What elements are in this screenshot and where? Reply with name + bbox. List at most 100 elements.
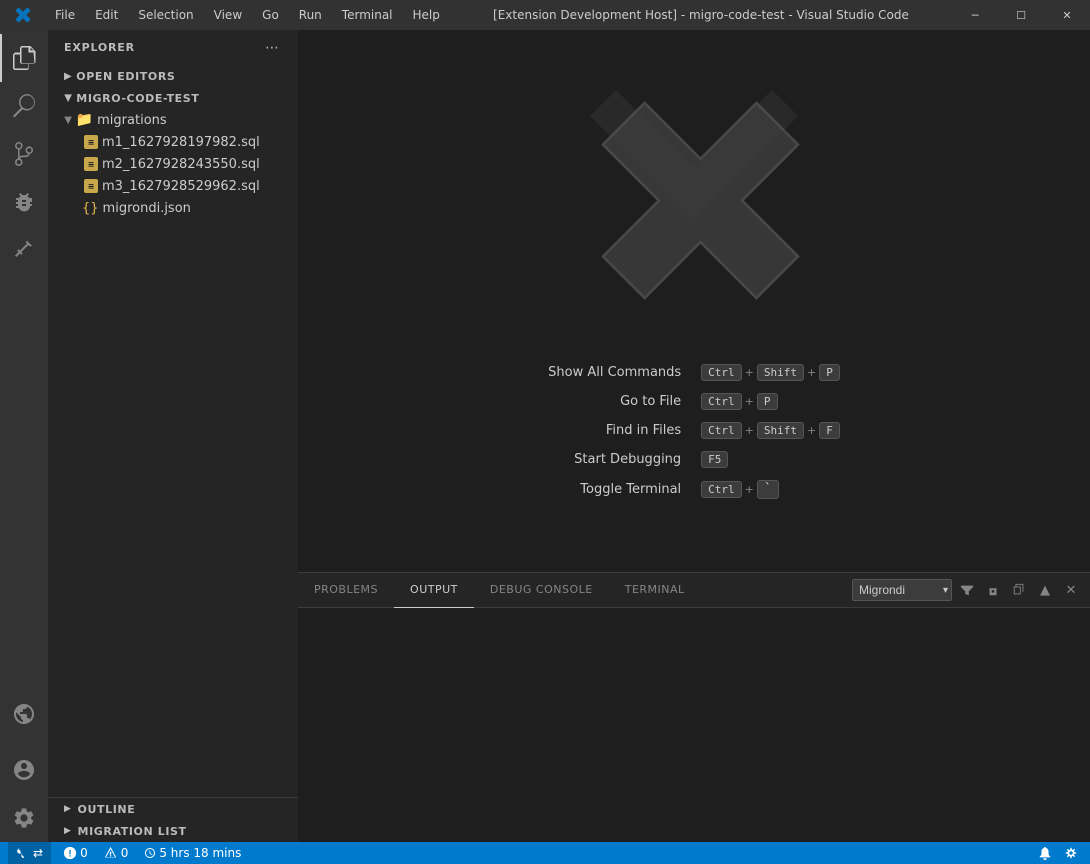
warning-icon	[104, 846, 118, 860]
key-ctrl-0: Ctrl	[701, 364, 742, 381]
key-plus-1: +	[807, 366, 816, 379]
outline-section[interactable]: ▶ OUTLINE	[48, 798, 298, 820]
folder-arrow: ▶	[62, 116, 73, 124]
minimize-button[interactable]: ─	[952, 0, 998, 30]
key-plus-4: +	[807, 424, 816, 437]
sql-icon-2: ≡	[84, 157, 98, 171]
sidebar-bottom-sections: ▶ OUTLINE ▶ MIGRATION LIST	[48, 797, 298, 842]
open-editors-section[interactable]: ▶ OPEN EDITORS	[48, 65, 298, 87]
shortcut-list: Show All Commands Ctrl + Shift + P Go to…	[548, 364, 840, 499]
sidebar-header: EXPLORER ⋯	[48, 30, 298, 65]
activity-account[interactable]	[0, 746, 48, 794]
activity-bar	[0, 30, 48, 842]
key-shift-0: Shift	[757, 364, 804, 381]
editor-area: Show All Commands Ctrl + Shift + P Go to…	[298, 30, 1090, 842]
tree-migrations-folder[interactable]: ▶ 📁 migrations	[48, 109, 298, 131]
statusbar-settings-btn[interactable]	[1060, 842, 1082, 864]
statusbar: ⇄ 0 0 5 hrs 18 mins	[0, 842, 1090, 864]
activity-debug[interactable]	[0, 178, 48, 226]
key-plus-0: +	[745, 366, 754, 379]
key-p-0: P	[819, 364, 840, 381]
menu-edit[interactable]: Edit	[85, 0, 128, 30]
menu-go[interactable]: Go	[252, 0, 289, 30]
shortcut-keys-0: Ctrl + Shift + P	[701, 364, 840, 381]
project-arrow: ▶	[63, 94, 74, 102]
statusbar-warnings[interactable]: 0	[100, 842, 133, 864]
menu-run[interactable]: Run	[289, 0, 332, 30]
folder-icon: 📁	[76, 112, 93, 128]
key-f5: F5	[701, 451, 728, 468]
shortcut-keys-1: Ctrl + P	[701, 393, 840, 410]
key-ctrl-4: Ctrl	[701, 481, 742, 498]
panel-lock-btn[interactable]	[982, 579, 1004, 601]
open-editors-arrow: ▶	[64, 71, 72, 82]
statusbar-right	[1034, 842, 1082, 864]
maximize-button[interactable]: ☐	[998, 0, 1044, 30]
key-plus-3: +	[745, 424, 754, 437]
statusbar-notifications[interactable]	[1034, 842, 1056, 864]
activity-search[interactable]	[0, 82, 48, 130]
sidebar-tree: ▶ OPEN EDITORS ▶ MIGRO-CODE-TEST ▶ 📁 mig…	[48, 65, 298, 797]
migrations-folder-label: migrations	[97, 113, 167, 128]
activity-settings[interactable]	[0, 794, 48, 842]
shortcut-label-2: Find in Files	[548, 423, 681, 438]
sql-icon-3: ≡	[84, 179, 98, 193]
sidebar: EXPLORER ⋯ ▶ OPEN EDITORS ▶ MIGRO-CODE-T…	[48, 30, 298, 842]
close-button[interactable]: ✕	[1044, 0, 1090, 30]
menu-selection[interactable]: Selection	[128, 0, 203, 30]
tree-file-sql2[interactable]: ≡ m2_1627928243550.sql	[48, 153, 298, 175]
sql-file-1-label: m1_1627928197982.sql	[102, 135, 260, 150]
key-p-1: P	[757, 393, 778, 410]
activity-explorer[interactable]	[0, 34, 48, 82]
key-ctrl-1: Ctrl	[701, 393, 742, 410]
panel-copy-btn[interactable]	[1008, 579, 1030, 601]
menu-view[interactable]: View	[204, 0, 252, 30]
statusbar-remote[interactable]: ⇄	[8, 842, 51, 864]
tab-problems[interactable]: PROBLEMS	[298, 573, 394, 608]
shortcut-keys-3: F5	[701, 451, 840, 468]
outline-label: OUTLINE	[78, 803, 136, 816]
panel-scroll-up-btn[interactable]: ▲	[1034, 579, 1056, 601]
migration-list-section[interactable]: ▶ MIGRATION LIST	[48, 820, 298, 842]
menu-bar: File Edit Selection View Go Run Terminal…	[45, 0, 450, 30]
tab-terminal[interactable]: TERMINAL	[609, 573, 701, 608]
statusbar-remote-text: ⇄	[33, 846, 43, 860]
statusbar-warning-count: 0	[121, 846, 129, 860]
key-backtick: `	[757, 480, 779, 499]
key-plus-5: +	[745, 483, 754, 496]
tab-debug-console[interactable]: DEBUG CONSOLE	[474, 573, 609, 608]
panel: PROBLEMS OUTPUT DEBUG CONSOLE TERMINAL M…	[298, 572, 1090, 842]
panel-filter-btn[interactable]	[956, 579, 978, 601]
panel-controls: Migrondi ▾	[852, 579, 1090, 601]
window-controls: ─ ☐ ✕	[952, 0, 1090, 30]
menu-help[interactable]: Help	[403, 0, 450, 30]
activity-remote[interactable]	[0, 690, 48, 738]
welcome-screen: Show All Commands Ctrl + Shift + P Go to…	[298, 30, 1090, 572]
tree-file-sql1[interactable]: ≡ m1_1627928197982.sql	[48, 131, 298, 153]
statusbar-errors[interactable]: 0	[59, 842, 92, 864]
tree-file-sql3[interactable]: ≡ m3_1627928529962.sql	[48, 175, 298, 197]
migration-list-label: MIGRATION LIST	[78, 825, 187, 838]
sidebar-more-actions[interactable]: ⋯	[262, 38, 282, 58]
activity-source-control[interactable]	[0, 130, 48, 178]
activity-extensions[interactable]	[0, 226, 48, 274]
key-ctrl-2: Ctrl	[701, 422, 742, 439]
tree-file-json[interactable]: {} migrondi.json	[48, 197, 298, 219]
app-logo	[0, 6, 45, 24]
menu-terminal[interactable]: Terminal	[332, 0, 403, 30]
sidebar-header-actions: ⋯	[262, 38, 282, 58]
panel-close-btn[interactable]: ✕	[1060, 579, 1082, 601]
open-editors-label: OPEN EDITORS	[76, 70, 175, 83]
tab-output[interactable]: OUTPUT	[394, 573, 474, 608]
statusbar-time[interactable]: 5 hrs 18 mins	[140, 842, 245, 864]
output-source-dropdown[interactable]: Migrondi	[852, 579, 952, 601]
migration-list-arrow: ▶	[64, 826, 72, 836]
statusbar-left: ⇄ 0 0 5 hrs 18 mins	[8, 842, 245, 864]
titlebar: File Edit Selection View Go Run Terminal…	[0, 0, 1090, 30]
project-section[interactable]: ▶ MIGRO-CODE-TEST	[48, 87, 298, 109]
json-icon: {}	[82, 201, 99, 216]
statusbar-time-text: 5 hrs 18 mins	[159, 846, 241, 860]
project-label: MIGRO-CODE-TEST	[76, 92, 199, 105]
panel-content	[298, 608, 1090, 842]
menu-file[interactable]: File	[45, 0, 85, 30]
